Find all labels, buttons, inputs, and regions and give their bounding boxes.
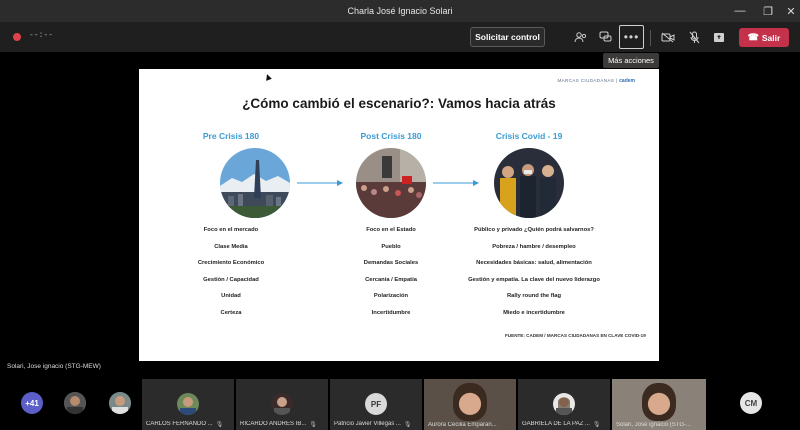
list-item: Demandas Sociales xyxy=(363,260,419,266)
shared-slide: MARCAS CIUDADANAS | cadem ¿Cómo cambió e… xyxy=(139,69,659,361)
list-item: Foco en el mercado xyxy=(203,227,259,233)
more-actions-button[interactable]: ••• xyxy=(619,25,644,49)
list-item: Clase Media xyxy=(214,243,248,250)
participant-tile[interactable]: RICARDO ANDRÉS IB... 🎙 xyxy=(236,379,328,430)
mic-off-icon: 🎙 xyxy=(592,422,601,428)
participant-name: Patricio Javier Villegas ... xyxy=(334,421,401,427)
participants-icon[interactable] xyxy=(569,27,591,47)
list-item: Foco en el Estado xyxy=(366,227,416,233)
participant-name: Solari, Jose ignacio (STG-... xyxy=(616,422,692,428)
participant-video xyxy=(453,383,487,421)
meeting-toolbar: --:-- Solicitar control ••• ☎ Salir xyxy=(0,22,800,52)
list-item: Público y privado ¿Quién podrá salvarnos… xyxy=(474,227,594,233)
leave-label: Salir xyxy=(761,32,781,43)
column-title-covid: Crisis Covid - 19 xyxy=(495,131,563,141)
column-title-pre-crisis: Pre Crisis 180 xyxy=(202,131,260,141)
mic-off-icon: 🎙 xyxy=(215,422,224,428)
avatar xyxy=(177,393,199,415)
arrow-right-icon xyxy=(297,180,343,186)
title-bar: Charla José Ignacio Solari — ❐ ✕ xyxy=(0,0,800,22)
avatar[interactable] xyxy=(109,392,131,414)
column-title-post-crisis: Post Crisis 180 xyxy=(360,131,422,141)
participant-video-tile[interactable]: Aurora Cecilia Emparan... xyxy=(424,379,516,430)
chat-icon[interactable] xyxy=(594,27,616,47)
participant-tile[interactable]: GABRIELA DE LA PAZ ... 🎙 xyxy=(518,379,610,430)
participant-name: RICARDO ANDRÉS IB... xyxy=(240,421,307,427)
list-item: Polarización xyxy=(373,293,409,299)
list-item: Certeza xyxy=(220,309,242,316)
mic-off-icon: 🎙 xyxy=(309,422,317,428)
toolbar-divider xyxy=(650,30,651,46)
participant-name: GABRIELA DE LA PAZ ... xyxy=(522,421,590,427)
covid-list: Público y privado ¿Quién podrá salvarnos… xyxy=(449,227,619,326)
participant-video xyxy=(642,383,676,421)
protest-crowd-image xyxy=(356,148,426,218)
window-title: Charla José Ignacio Solari xyxy=(347,6,453,16)
pre-crisis-list: Foco en el mercado Clase Media Crecimien… xyxy=(156,227,306,326)
mic-off-icon: 🎙 xyxy=(403,422,412,428)
list-item: Gestión / Capacidad xyxy=(203,276,259,283)
mic-off-icon[interactable] xyxy=(683,27,705,47)
list-item: Miedo e incertidumbre xyxy=(503,309,565,316)
close-icon[interactable]: ✕ xyxy=(778,0,800,22)
more-actions-tooltip: Más acciones xyxy=(603,53,659,68)
camera-off-icon[interactable] xyxy=(657,27,679,47)
participant-video-tile[interactable]: Solari, Jose ignacio (STG-... xyxy=(612,379,706,430)
meeting-timer: --:-- xyxy=(29,31,54,40)
covid-officials-image xyxy=(494,148,564,218)
post-crisis-list: Foco en el Estado Pueblo Demandas Social… xyxy=(316,227,466,326)
list-item: Pueblo xyxy=(381,243,401,250)
arrow-right-icon xyxy=(433,180,479,186)
participant-name: CARLOS FERNANDO ... xyxy=(146,421,213,427)
list-item: Pobreza / hambre / desempleo xyxy=(492,243,576,250)
list-item: Unidad xyxy=(221,293,241,299)
list-item: Rally round the flag xyxy=(506,293,562,299)
avatar: PF xyxy=(365,393,387,415)
city-skyline-image xyxy=(220,148,290,218)
request-control-button[interactable]: Solicitar control xyxy=(470,27,545,47)
avatar[interactable]: CM xyxy=(740,392,762,414)
avatar xyxy=(553,393,575,415)
avatar[interactable] xyxy=(64,392,86,414)
more-icon: ••• xyxy=(623,30,640,44)
brand-logo: cadem xyxy=(619,78,635,84)
slide-brand: MARCAS CIUDADANAS | cadem xyxy=(557,78,635,84)
brand-text: MARCAS CIUDADANAS xyxy=(557,78,615,83)
presenter-label: Solari, Jose ignacio (STG-MEW) xyxy=(7,363,101,370)
list-item: Gestión y empatía. La clave del nuevo li… xyxy=(468,276,600,283)
more-participants-button[interactable]: +41 xyxy=(21,392,43,414)
leave-button[interactable]: ☎ Salir xyxy=(739,28,789,47)
recording-icon xyxy=(13,33,21,41)
slide-headline: ¿Cómo cambió el escenario?: Vamos hacia … xyxy=(242,96,556,111)
participant-name: Aurora Cecilia Emparan... xyxy=(428,422,497,428)
participant-strip: +41 CARLOS FERNANDO ... 🎙 RICARDO ANDRÉS … xyxy=(0,377,800,430)
list-item: Cercanía / Empatía xyxy=(365,276,417,283)
list-item: Crecimiento Económico xyxy=(197,260,265,266)
avatar xyxy=(271,393,293,415)
minimize-icon[interactable]: — xyxy=(727,0,753,22)
participant-tile[interactable]: PF Patricio Javier Villegas ... 🎙 xyxy=(330,379,422,430)
list-item: Incertidumbre xyxy=(371,309,411,316)
list-item: Necesidades básicas: salud, alimentación xyxy=(476,260,592,266)
share-icon[interactable] xyxy=(708,27,730,47)
slide-source: FUENTE: CADEM / MARCAS CIUDADANAS EN CLA… xyxy=(505,333,646,338)
mouse-cursor-icon xyxy=(264,73,272,81)
participant-tile[interactable]: CARLOS FERNANDO ... 🎙 xyxy=(142,379,234,430)
phone-hangup-icon: ☎ xyxy=(747,32,759,42)
